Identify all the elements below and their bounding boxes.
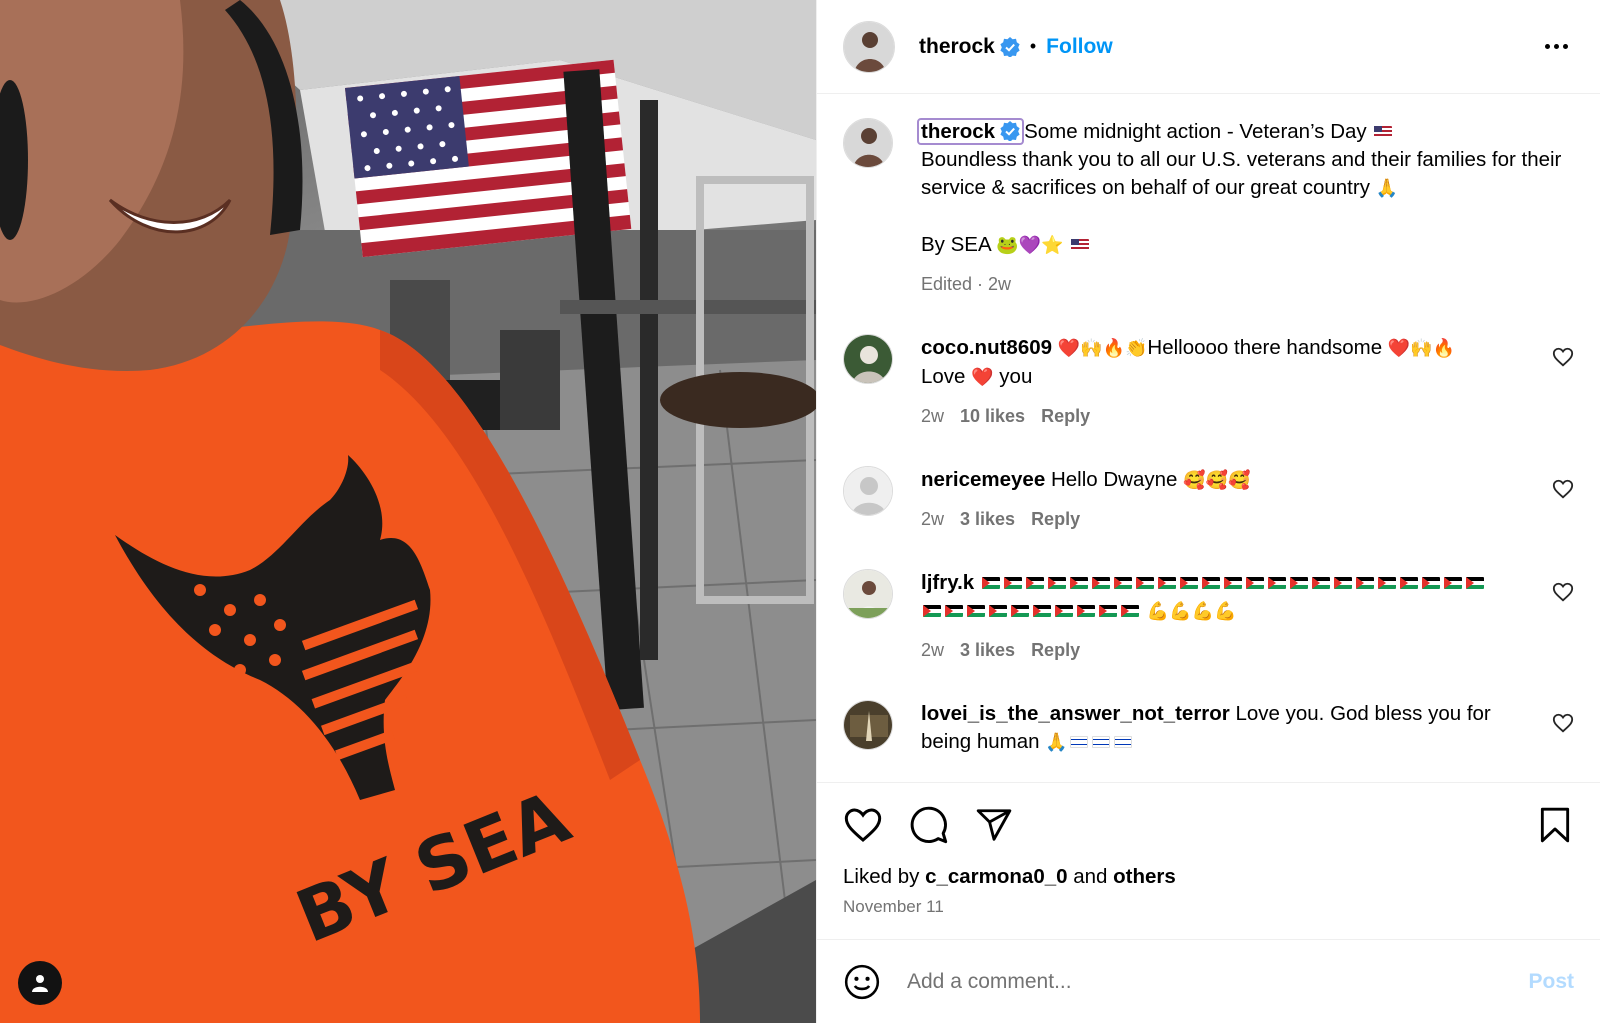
comment-likes[interactable]: 10 likes: [960, 406, 1025, 426]
comment-likes[interactable]: 3 likes: [960, 509, 1015, 529]
comment: lovei_is_the_answer_not_terror Love you.…: [843, 700, 1574, 757]
comment-time: 2w: [921, 509, 945, 529]
comment-username[interactable]: ljfry.k: [921, 571, 974, 594]
commenter-avatar[interactable]: [843, 334, 893, 384]
comment-text: Hello Dwayne: [1050, 468, 1178, 491]
author-username[interactable]: therock: [919, 35, 995, 59]
liked-by-prefix: Liked by: [843, 865, 920, 888]
liked-by: Liked by c_carmona0_0 and others: [843, 865, 1574, 889]
flexed-biceps-emoji: 💪💪💪💪: [1146, 601, 1237, 622]
default-avatar-icon: [844, 467, 892, 515]
caption-line-3: By SEA: [921, 233, 991, 256]
caption-username[interactable]: therock: [921, 120, 995, 143]
comment-text: Helloooo there handsome: [1147, 336, 1383, 359]
header-separator: •: [1029, 36, 1037, 56]
pray-emoji: 🙏: [1375, 178, 1399, 199]
reply-button[interactable]: Reply: [1041, 406, 1090, 426]
commenter-avatar[interactable]: [843, 466, 893, 516]
bookmark-icon[interactable]: [1536, 806, 1574, 844]
caption-line-1: Some midnight action - Veteran’s Day: [1024, 120, 1367, 143]
frog-purple-heart-star-emoji: 🐸💜⭐: [996, 235, 1064, 256]
comment-meta: 2w 3 likes Reply: [921, 636, 1534, 664]
verified-badge-icon: [1000, 36, 1020, 57]
liked-by-others[interactable]: others: [1113, 865, 1176, 888]
us-flag-emoji: [1374, 126, 1393, 138]
comment-heart-icon[interactable]: [1552, 712, 1574, 734]
smiling-hearts-emoji: 🥰🥰🥰: [1183, 470, 1251, 491]
comment-heart-icon[interactable]: [1552, 581, 1574, 603]
comments-list[interactable]: therock Some midnight action - Veteran’s …: [817, 94, 1600, 782]
comment-meta: 2w 3 likes Reply: [921, 505, 1534, 533]
photo-scene: BY SEA: [0, 0, 816, 1023]
heart-icon[interactable]: [843, 805, 883, 845]
author-avatar[interactable]: [843, 20, 895, 73]
reply-button[interactable]: Reply: [1031, 640, 1080, 660]
comment-username[interactable]: lovei_is_the_answer_not_terror: [921, 702, 1230, 725]
pray-emoji: 🙏: [1045, 732, 1068, 753]
commenter-avatar[interactable]: [843, 700, 893, 750]
comment-heart-icon[interactable]: [1552, 478, 1574, 500]
liked-by-and: and: [1073, 865, 1108, 888]
comment-composer: Post: [817, 939, 1600, 1023]
post-comment-button[interactable]: Post: [1528, 970, 1574, 994]
commenter-avatar-image: [844, 335, 892, 383]
comment-text: you: [999, 365, 1033, 388]
reply-button[interactable]: Reply: [1031, 509, 1080, 529]
post-date[interactable]: November 11: [843, 897, 1574, 917]
us-flag-emoji: [1071, 239, 1090, 251]
user-tag-icon: [32, 975, 48, 992]
red-heart-emoji: ❤️: [971, 367, 994, 388]
heart-hands-fire-clap-emoji: ❤️🙌🔥👏: [1057, 338, 1148, 359]
post-actions: Liked by c_carmona0_0 and others Novembe…: [817, 782, 1600, 917]
liked-by-user[interactable]: c_carmona0_0: [925, 865, 1067, 888]
comment-input[interactable]: [907, 969, 1529, 994]
comment: coco.nut8609 ❤️🙌🔥👏Helloooo there handsom…: [843, 334, 1574, 430]
comment-meta: 2w 10 likes Reply: [921, 402, 1534, 430]
caption-line-2: Boundless thank you to all our U.S. vete…: [921, 148, 1562, 199]
post-header: therock • Follow: [817, 0, 1600, 94]
post-side-panel: therock • Follow therock Some midnight a…: [816, 0, 1600, 1023]
commenter-avatar[interactable]: [843, 569, 893, 619]
comment-username[interactable]: nericemeyee: [921, 468, 1045, 491]
israel-flags-emoji: [1068, 730, 1134, 753]
verified-badge-icon: [1000, 121, 1020, 141]
commenter-avatar-image: [844, 701, 892, 749]
comment: ljfry.k 💪💪💪💪 2w 3 likes Reply: [843, 569, 1574, 664]
caption-meta: Edited · 2w: [921, 274, 1012, 294]
caption: therock Some midnight action - Veteran’s …: [843, 118, 1574, 298]
comment-text: Love: [921, 365, 966, 388]
comment-time: 2w: [921, 640, 945, 660]
comment-likes[interactable]: 3 likes: [960, 640, 1015, 660]
follow-button[interactable]: Follow: [1046, 35, 1113, 59]
comment-icon[interactable]: [909, 805, 949, 845]
author-avatar-image: [844, 21, 894, 72]
heart-hands-fire-emoji: ❤️🙌🔥: [1387, 338, 1456, 359]
caption-username-tag[interactable]: therock: [917, 118, 1025, 145]
commenter-avatar-image: [844, 570, 892, 618]
share-icon[interactable]: [975, 806, 1013, 844]
more-options-icon[interactable]: [1539, 38, 1574, 55]
post-modal: BY SEA therock • Follow therock Some mid…: [0, 0, 1600, 1023]
comment-heart-icon[interactable]: [1552, 346, 1574, 368]
comment-username[interactable]: coco.nut8609: [921, 336, 1052, 359]
comment-time: 2w: [921, 406, 945, 426]
user-tag-button[interactable]: [18, 961, 62, 1005]
post-photo[interactable]: BY SEA: [0, 0, 816, 1023]
action-icons: [843, 805, 1574, 845]
emoji-icon[interactable]: [843, 963, 881, 1001]
caption-avatar-image: [844, 119, 892, 167]
comment: nericemeyee Hello Dwayne 🥰🥰🥰 2w 3 likes Re…: [843, 466, 1574, 533]
caption-avatar[interactable]: [843, 118, 893, 168]
